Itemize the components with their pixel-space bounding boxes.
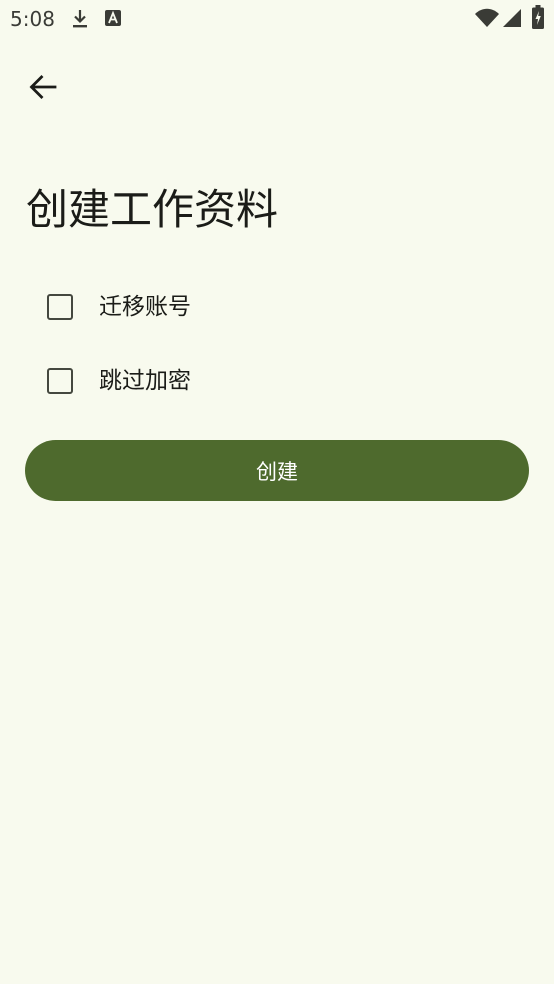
wifi-icon [475,8,499,27]
page-title: 创建工作资料 [26,185,279,234]
arrow-back-icon [29,75,57,99]
status-time: 5:08 [10,7,55,31]
status-bar: 5:08 [0,0,554,38]
create-button[interactable]: 创建 [25,440,529,501]
battery-charging-icon [532,5,544,29]
font-a-icon [105,10,121,26]
download-icon [73,10,87,28]
migrate-account-label: 迁移账号 [99,294,191,320]
signal-icon [503,9,521,27]
back-button[interactable] [18,62,68,112]
skip-encryption-checkbox[interactable] [47,368,73,394]
option-skip-encryption[interactable]: 跳过加密 [30,351,510,411]
option-migrate-account[interactable]: 迁移账号 [30,277,510,337]
migrate-account-checkbox[interactable] [47,294,73,320]
skip-encryption-label: 跳过加密 [99,368,191,394]
